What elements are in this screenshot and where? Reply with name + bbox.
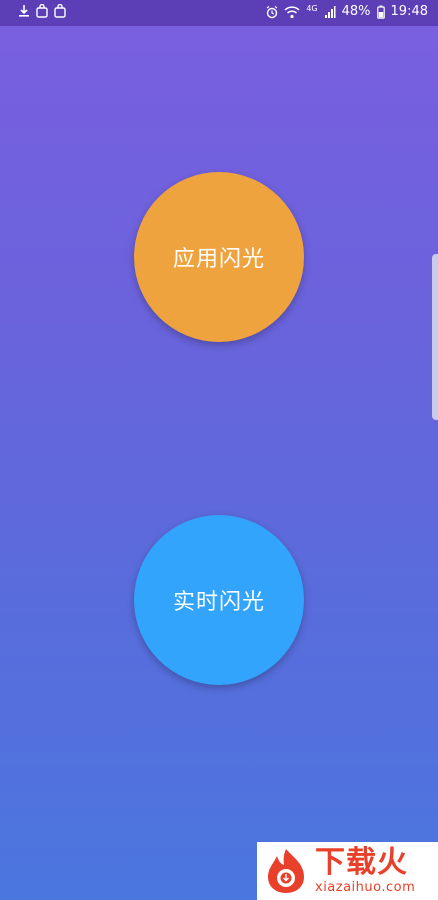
download-icon: [18, 4, 30, 18]
watermark-domain: xiazaihuo.com: [315, 880, 416, 895]
network-type-label: 4G: [306, 4, 318, 13]
signal-icon: [324, 5, 336, 19]
status-bar: 4G 48% 19:48: [0, 0, 438, 26]
realtime-flash-label: 实时闪光: [172, 590, 265, 615]
battery-percent: 48%: [341, 4, 371, 19]
apply-flash-button[interactable]: 应用闪光: [134, 172, 304, 342]
app-screen: 4G 48% 19:48 应用闪光 实时闪光 下载火 xiazaihuo.com: [0, 0, 438, 900]
watermark: 下载火 xiazaihuo.com: [257, 842, 438, 900]
alarm-icon: [266, 5, 278, 19]
wifi-icon: [284, 5, 300, 19]
status-bar-notifications: [18, 4, 66, 18]
watermark-text: 下载火 xiazaihuo.com: [315, 845, 416, 895]
bag-icon: [54, 4, 66, 18]
realtime-flash-button[interactable]: 实时闪光: [134, 515, 304, 685]
edge-panel-handle[interactable]: [432, 254, 438, 420]
watermark-brand: 下载火: [315, 845, 408, 880]
bag-icon: [36, 4, 48, 18]
status-bar-system: 4G 48% 19:48: [266, 4, 428, 19]
apply-flash-label: 应用闪光: [172, 247, 265, 272]
clock: 19:48: [390, 4, 428, 19]
battery-icon: [376, 5, 385, 19]
flame-logo-icon: [261, 846, 311, 896]
